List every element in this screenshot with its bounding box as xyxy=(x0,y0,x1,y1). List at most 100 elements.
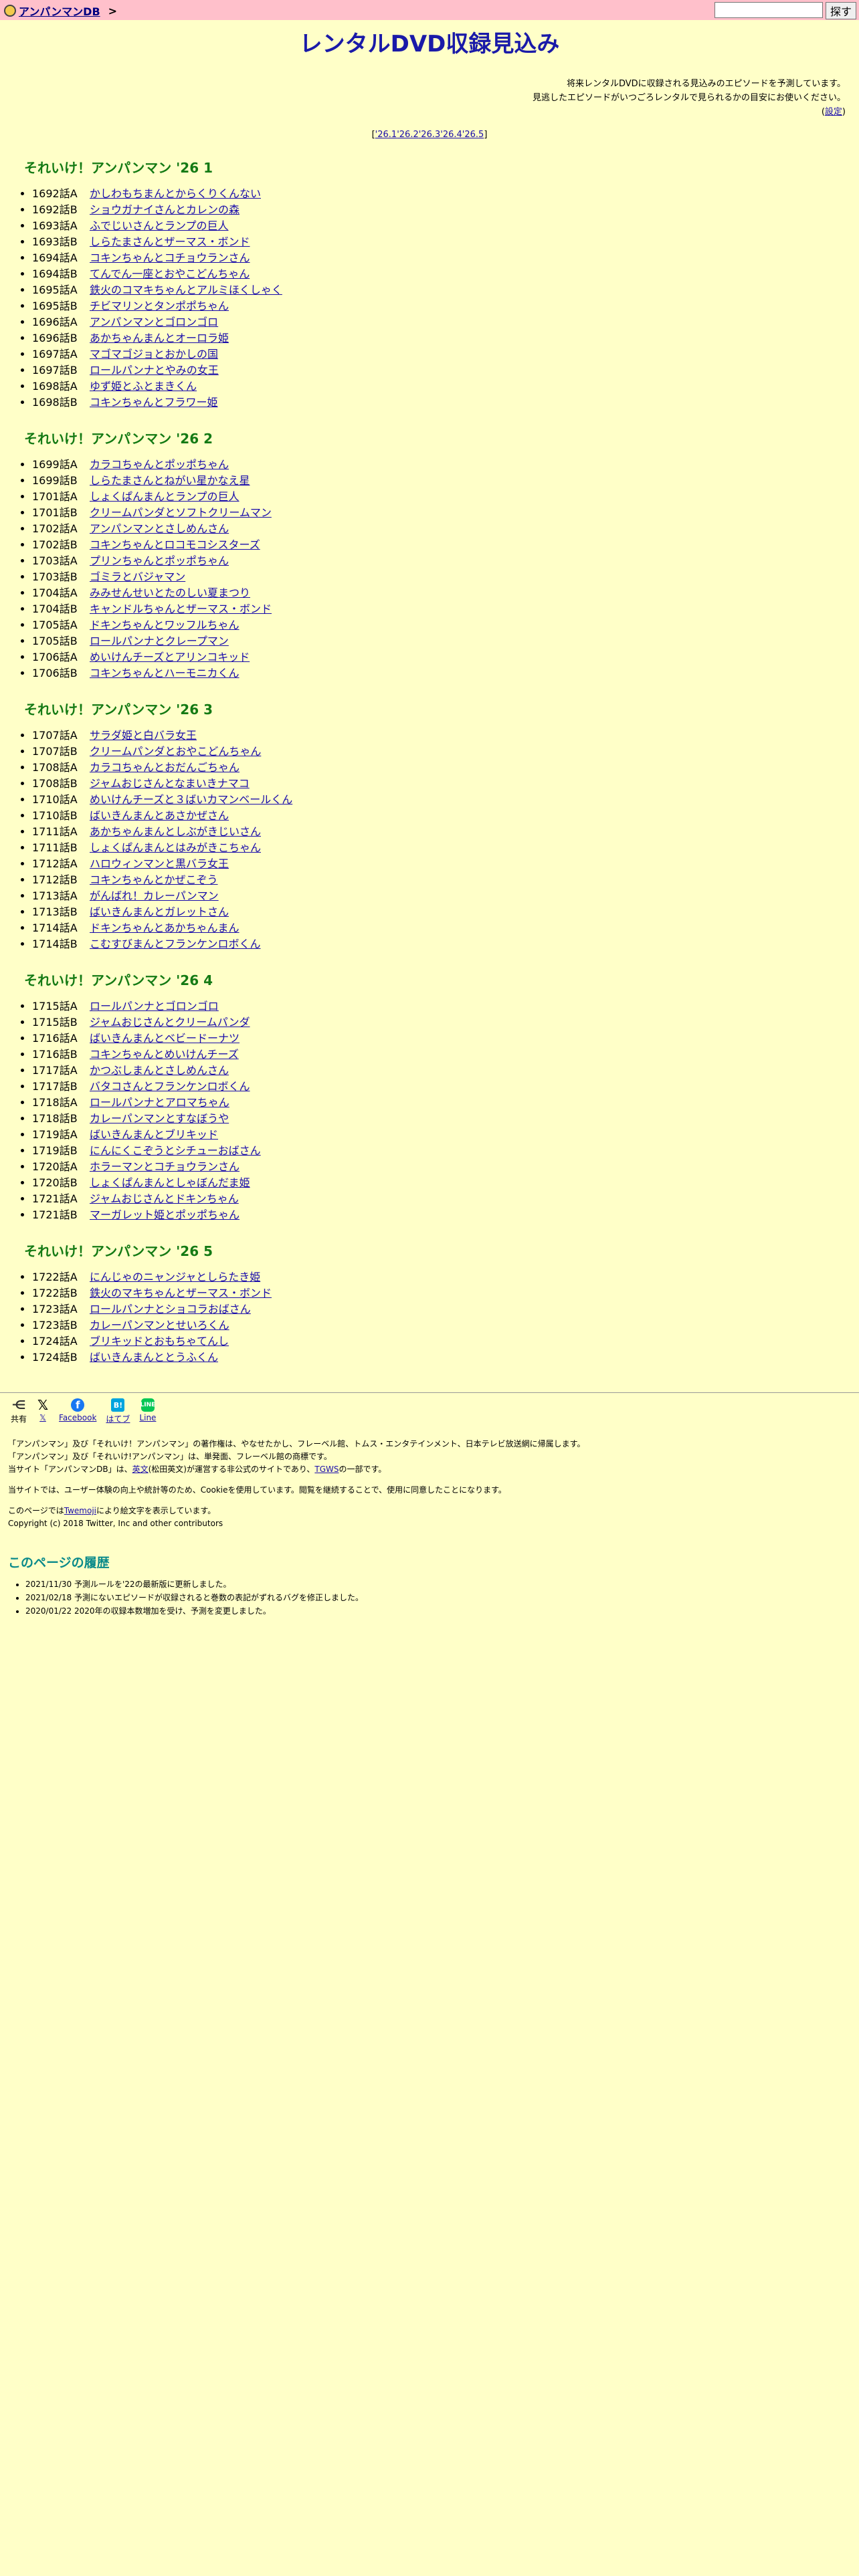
episode-title-link[interactable]: かつぶしまんとさしめんさん xyxy=(90,1064,229,1077)
episode-title-link[interactable]: ホラーマンとコチョウランさん xyxy=(90,1160,240,1173)
episode-number: 1699話A xyxy=(32,458,78,471)
season-jump-links: ['26.1'26.2'26.3'26.4'26.5] xyxy=(0,130,859,140)
episode-title-link[interactable]: かしわもちまんとからくりくんない xyxy=(90,187,261,200)
episode-number: 1716話B xyxy=(32,1048,78,1061)
episode-title-link[interactable]: ジャムおじさんとクリームパンダ xyxy=(90,1016,250,1029)
season-section: それいけ！アンパンマン '26 11692話Aかしわもちまんとからくりくんない1… xyxy=(0,157,859,411)
hatena-share-label[interactable]: はてブ xyxy=(106,1413,130,1424)
episode-title-link[interactable]: コキンちゃんとロコモコシスターズ xyxy=(90,538,260,551)
episode-title-link[interactable]: ジャムおじさんとなまいきナマコ xyxy=(90,777,250,790)
episode-title-link[interactable]: アンパンマンとゴロンゴロ xyxy=(90,316,218,328)
episode-title-link[interactable]: 鉄火のコマキちゃんとアルミほくしゃく xyxy=(90,284,282,296)
episode-title-link[interactable]: ロールパンナとクレープマン xyxy=(90,635,229,647)
x-share-button[interactable]: 𝕏 𝕏 xyxy=(36,1397,50,1424)
episode-title-link[interactable]: マーガレット姫とポッポちゃん xyxy=(90,1208,240,1221)
settings-link[interactable]: 設定 xyxy=(825,107,842,117)
episode-title-link[interactable]: ふでじいさんとランプの巨人 xyxy=(90,219,229,232)
episode-title-link[interactable]: コキンちゃんとフラワー姫 xyxy=(90,396,218,409)
episode-title-link[interactable]: こむすびまんとフランケンロボくん xyxy=(90,938,261,950)
jump-link-26-2[interactable]: '26.2 xyxy=(397,130,419,140)
episode-title-link[interactable]: ドキンちゃんとあかちゃんまん xyxy=(90,922,240,934)
episode-number: 1694話B xyxy=(32,267,78,280)
twemoji-link[interactable]: Twemoji xyxy=(64,1506,96,1515)
episode-item: 1719話B にんにくこぞうとシチューおばさん xyxy=(32,1143,859,1159)
episode-title-link[interactable]: マゴマゴジョとおかしの国 xyxy=(90,348,218,360)
episode-number: 1719話B xyxy=(32,1144,78,1157)
site-home-link[interactable]: アンパンマンDB xyxy=(19,3,100,19)
settings-paren-close: ) xyxy=(842,107,846,117)
x-share-label[interactable]: 𝕏 xyxy=(39,1413,46,1422)
episode-title-link[interactable]: カレーパンマンとせいろくん xyxy=(90,1319,229,1331)
episode-title-link[interactable]: コキンちゃんとコチョウランさん xyxy=(90,251,250,264)
episode-title-link[interactable]: しょくぱんまんとしゃぼんだま姫 xyxy=(90,1176,250,1189)
episode-title-link[interactable]: ハロウィンマンと黒バラ女王 xyxy=(90,857,229,870)
episode-title-link[interactable]: ロールパンナとやみの女王 xyxy=(90,364,219,377)
episode-title-link[interactable]: あかちゃんまんとしぶがきじいさん xyxy=(90,825,261,838)
episode-title-link[interactable]: サラダ姫と白バラ女王 xyxy=(90,729,197,742)
jump-link-26-3[interactable]: '26.3 xyxy=(419,130,441,140)
episode-title-link[interactable]: ロールパンナとアロマちゃん xyxy=(90,1096,229,1109)
episode-title-link[interactable]: てんでん一座とおやこどんちゃん xyxy=(90,267,250,280)
episode-title-link[interactable]: ばいきんまんとベビードーナツ xyxy=(90,1032,240,1045)
episode-title-link[interactable]: にんにくこぞうとシチューおばさん xyxy=(90,1144,261,1157)
share-button[interactable]: ⋲ 共有 xyxy=(11,1398,27,1424)
jump-link-26-4[interactable]: '26.4 xyxy=(440,130,462,140)
episode-title-link[interactable]: ジャムおじさんとドキンちゃん xyxy=(90,1192,239,1205)
season-section: それいけ！アンパンマン '26 51722話Aにんじゃのニャンジャとしらたき姫1… xyxy=(0,1241,859,1366)
episode-title-link[interactable]: カラコちゃんとおだんごちゃん xyxy=(90,761,240,774)
episode-title-link[interactable]: ロールパンナとショコラおばさん xyxy=(90,1303,251,1315)
episode-title-link[interactable]: クリームパンダとソフトクリームマン xyxy=(90,506,272,519)
episode-title-link[interactable]: ゆず姫とふとまきくん xyxy=(90,380,197,393)
episode-title-link[interactable]: ばいきんまんとブリキッド xyxy=(90,1128,218,1141)
episode-number: 1698話B xyxy=(32,396,78,409)
episode-title-link[interactable]: カラコちゃんとポッポちゃん xyxy=(90,458,229,471)
search-input[interactable] xyxy=(714,2,823,18)
episode-title-link[interactable]: バタコさんとフランケンロボくん xyxy=(90,1080,250,1093)
episode-title-link[interactable]: ショウガナイさんとカレンの森 xyxy=(90,203,240,216)
episode-title-link[interactable]: カレーパンマンとすなぼうや xyxy=(90,1112,229,1125)
episode-item: 1723話B カレーパンマンとせいろくん xyxy=(32,1317,859,1333)
episode-title-link[interactable]: ばいきんまんとガレットさん xyxy=(90,905,229,918)
episode-title-link[interactable]: ゴミラとバジャマン xyxy=(90,570,185,583)
episode-title-link[interactable]: ばいきんまんととうふくん xyxy=(90,1351,218,1364)
episode-number: 1693話A xyxy=(32,219,78,232)
episode-title-link[interactable]: ばいきんまんとあさかぜさん xyxy=(90,809,229,822)
episode-title-link[interactable]: あかちゃんまんとオーロラ姫 xyxy=(90,332,229,344)
episode-title-link[interactable]: アンパンマンとさしめんさん xyxy=(90,522,229,535)
episode-title-link[interactable]: 鉄火のマキちゃんとザーマス・ボンド xyxy=(90,1287,272,1299)
hatena-share-button[interactable]: B! はてブ xyxy=(106,1398,130,1424)
line-share-label[interactable]: Line xyxy=(139,1413,156,1422)
episode-title-link[interactable]: しょくぱんまんとランプの巨人 xyxy=(90,490,240,503)
line-share-button[interactable]: LINE Line xyxy=(139,1398,156,1424)
episode-title-link[interactable]: キャンドルちゃんとザーマス・ボンド xyxy=(90,603,272,615)
tgws-link[interactable]: TGWS xyxy=(314,1465,339,1474)
episode-title-link[interactable]: コキンちゃんとかぜこぞう xyxy=(90,873,218,886)
episode-title-link[interactable]: クリームパンダとおやこどんちゃん xyxy=(90,745,261,758)
jump-link-26-1[interactable]: '26.1 xyxy=(375,130,397,140)
operator-link[interactable]: 英文 xyxy=(132,1465,149,1474)
episode-title-link[interactable]: めいけんチーズとアリンコキッド xyxy=(90,651,250,663)
copyright-block: 「アンパンマン」及び「それいけ！アンパンマン」の著作権は、やなせたかし、フレーベ… xyxy=(8,1438,859,1476)
episode-number: 1714話A xyxy=(32,922,78,934)
facebook-share-label[interactable]: Facebook xyxy=(59,1413,96,1422)
search-button[interactable]: 探す xyxy=(825,2,856,19)
jump-link-26-5[interactable]: '26.5 xyxy=(462,130,484,140)
episode-title-link[interactable]: プリンちゃんとポッポちゃん xyxy=(90,554,229,567)
episode-title-link[interactable]: ドキンちゃんとワッフルちゃん xyxy=(90,619,240,631)
episode-title-link[interactable]: コキンちゃんとハーモニカくん xyxy=(90,667,240,679)
episode-title-link[interactable]: ブリキッドとおもちゃてんし xyxy=(90,1335,229,1348)
episode-title-link[interactable]: しらたまさんとねがい星かなえ星 xyxy=(90,474,250,487)
episode-title-link[interactable]: しらたまさんとザーマス・ボンド xyxy=(90,235,250,248)
twemoji-copyright: Copyright (c) 2018 Twitter, Inc and othe… xyxy=(8,1519,223,1528)
episode-title-link[interactable]: コキンちゃんとめいけんチーズ xyxy=(90,1048,239,1061)
episode-title-link[interactable]: チビマリンとタンポポちゃん xyxy=(90,300,229,312)
episode-title-link[interactable]: にんじゃのニャンジャとしらたき姫 xyxy=(90,1271,260,1283)
episode-title-link[interactable]: しょくぱんまんとはみがきこちゃん xyxy=(90,841,261,854)
episode-title-link[interactable]: みみせんせいとたのしい夏まつり xyxy=(90,586,250,599)
season-heading: それいけ！アンパンマン '26 3 xyxy=(24,702,213,718)
facebook-share-button[interactable]: f Facebook xyxy=(59,1398,96,1424)
episode-title-link[interactable]: ロールパンナとゴロンゴロ xyxy=(90,1000,219,1012)
episode-number: 1692話A xyxy=(32,187,78,200)
episode-title-link[interactable]: めいけんチーズと３ばいカマンベールくん xyxy=(90,793,292,806)
episode-title-link[interactable]: がんばれ！カレーパンマン xyxy=(90,889,219,902)
